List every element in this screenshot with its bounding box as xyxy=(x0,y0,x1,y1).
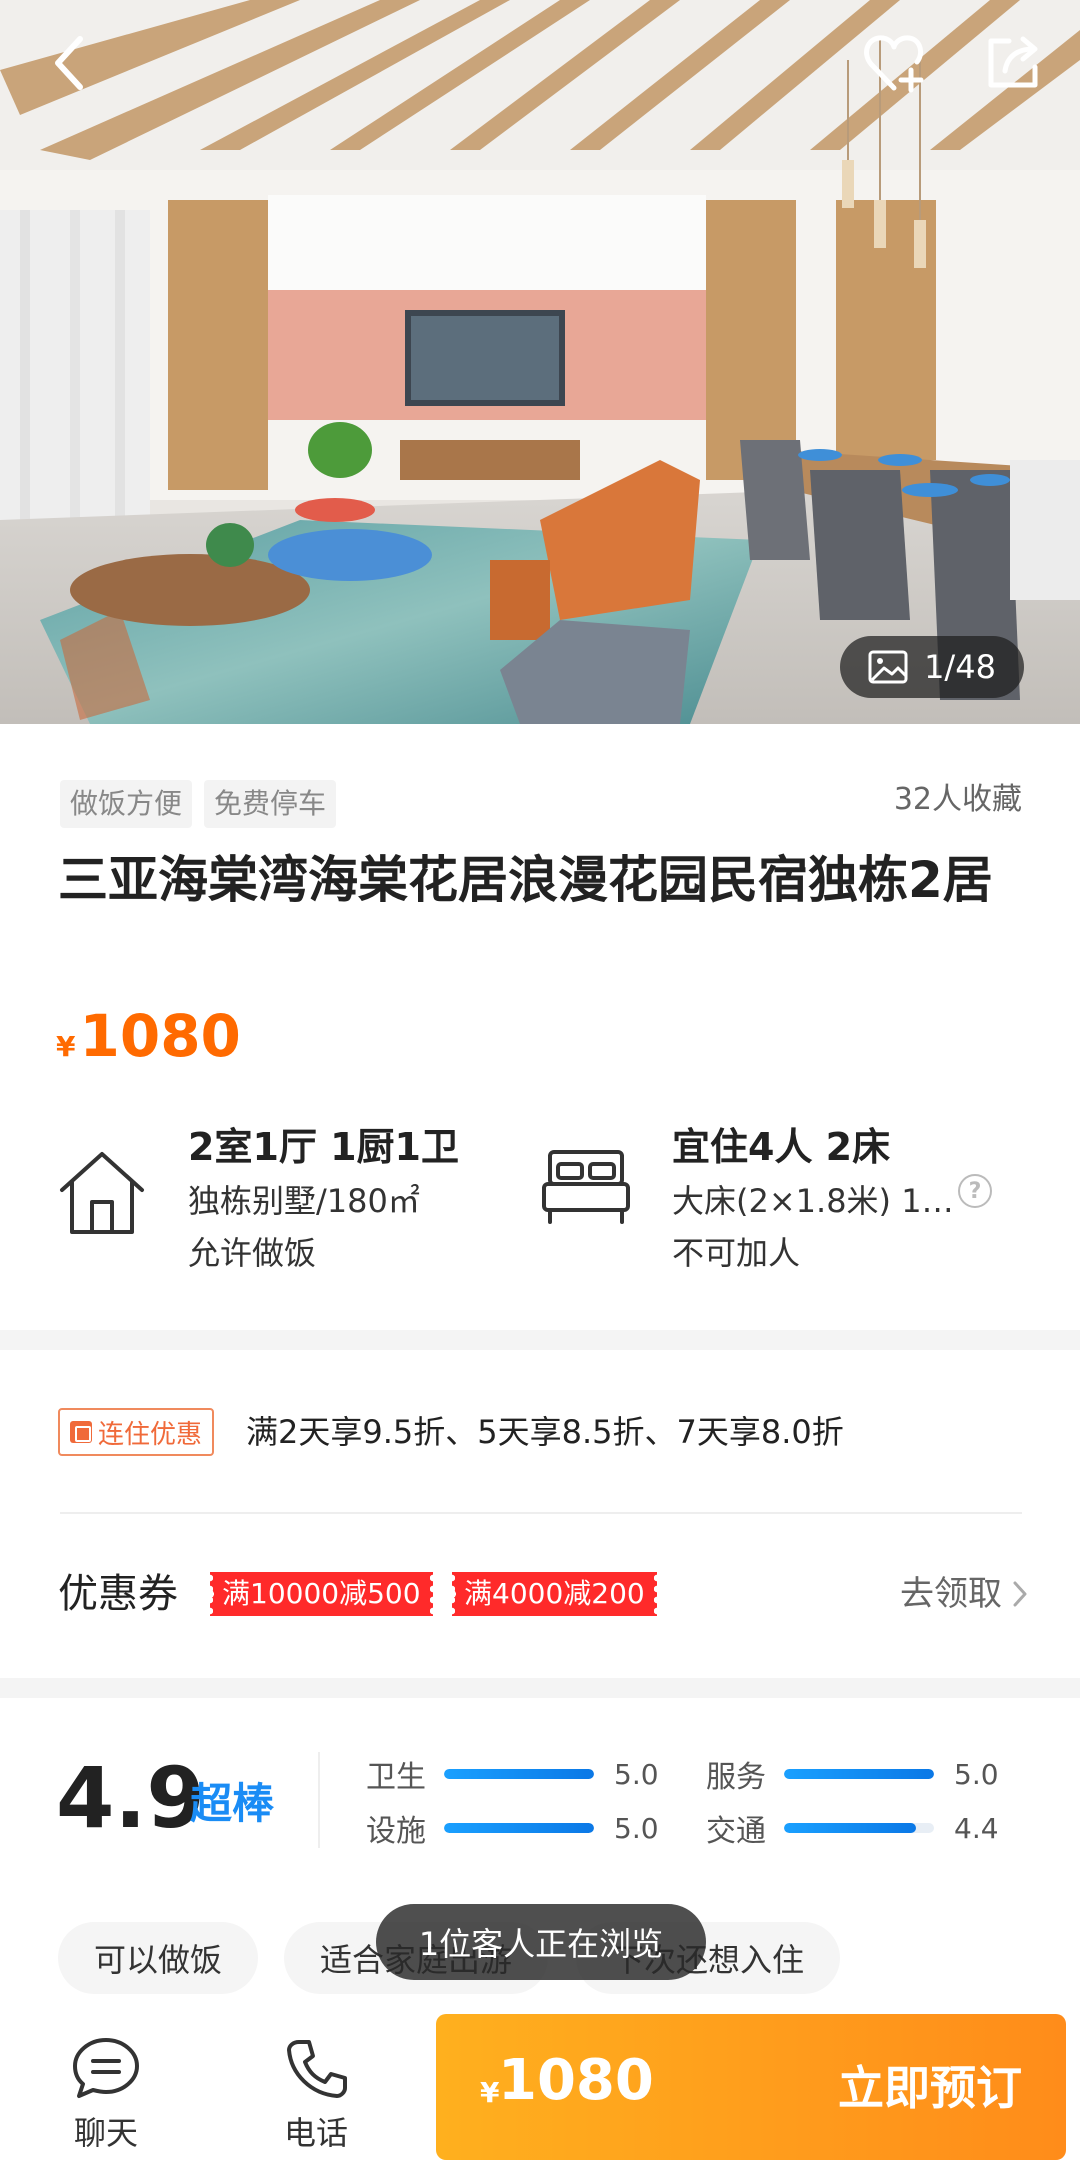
layout-type-area: 独栋别墅/180㎡ xyxy=(188,1182,420,1220)
chat-button[interactable]: 聊天 xyxy=(46,2036,166,2166)
photo-counter-text: 1/48 xyxy=(924,648,996,686)
heart-plus-icon xyxy=(864,35,924,93)
price-currency: ¥ xyxy=(56,1030,76,1063)
help-icon[interactable]: ? xyxy=(958,1174,992,1208)
get-coupons-label: 去领取 xyxy=(900,1574,1002,1614)
favorites-count: 32人收藏 xyxy=(893,782,1022,817)
long-stay-discount-badge: 连住优惠 xyxy=(58,1408,215,1456)
book-now-button[interactable]: ¥ 1080 立即预订 xyxy=(436,2014,1066,2160)
hero-photo[interactable]: 1/48 xyxy=(0,0,1080,724)
bottom-action-bar: 聊天 电话 ¥ 1080 立即预订 xyxy=(0,2006,1080,2171)
coupon-label: 优惠券 xyxy=(58,1571,178,1617)
row-divider xyxy=(60,1512,1022,1514)
rating-value: 4.4 xyxy=(954,1811,999,1845)
rating-value: 5.0 xyxy=(614,1757,659,1791)
listing-title: 三亚海棠湾海棠花居浪漫花园民宿独栋2居 xyxy=(58,851,993,909)
rating-row-transport: 交通 4.4 xyxy=(706,1808,999,1850)
back-button[interactable] xyxy=(40,28,100,98)
rating-bar xyxy=(784,1823,934,1833)
tag-cooking: 做饭方便 xyxy=(60,780,193,828)
rating-bar xyxy=(444,1823,594,1833)
rating-bar-fill xyxy=(444,1769,594,1779)
viewers-toast: 1位客人正在浏览 xyxy=(376,1904,706,1980)
chat-icon xyxy=(73,2038,139,2098)
rating-label: 交通 xyxy=(706,1814,766,1849)
phone-button[interactable]: 电话 xyxy=(256,2036,376,2166)
rating-bar xyxy=(444,1769,594,1779)
image-icon xyxy=(868,650,908,684)
section-divider xyxy=(0,1330,1080,1350)
bed-size: 大床(2×1.8米) 1… xyxy=(672,1182,954,1220)
coupon-2[interactable]: 满4000减200 xyxy=(449,1572,660,1616)
coupon-1[interactable]: 满10000减500 xyxy=(207,1572,436,1616)
room-layout-info: 2室1厅 1厨1卫 独栋别墅/180㎡ 允许做饭 xyxy=(56,1116,476,1272)
rating-value: 5.0 xyxy=(954,1757,999,1791)
living-room-photo xyxy=(0,0,1080,724)
back-arrow-icon xyxy=(55,36,83,90)
chevron-right-icon xyxy=(1013,1581,1027,1607)
layout-title: 2室1厅 1厨1卫 xyxy=(188,1125,459,1169)
rating-bar-fill xyxy=(444,1823,594,1833)
bed-icon xyxy=(542,1150,630,1224)
book-now-label: 立即预订 xyxy=(838,2061,1022,2115)
tag-parking: 免费停车 xyxy=(204,780,337,828)
share-button[interactable] xyxy=(978,28,1048,98)
rating-label: 设施 xyxy=(366,1814,426,1849)
rating-row-hygiene: 卫生 5.0 xyxy=(366,1754,659,1796)
house-icon xyxy=(60,1152,144,1234)
book-price: 1080 xyxy=(498,2048,654,2113)
favorite-button[interactable] xyxy=(860,28,932,98)
bed-info: 宜住4人 2床 大床(2×1.8米) 1… 不可加人 ? xyxy=(540,1116,1020,1272)
book-price-currency: ¥ xyxy=(480,2076,500,2109)
rating-row-facilities: 设施 5.0 xyxy=(366,1808,659,1850)
rating-bar-fill xyxy=(784,1823,916,1833)
listing-price: ¥ 1080 xyxy=(56,1002,241,1070)
rating-separator xyxy=(318,1752,320,1848)
phone-icon xyxy=(287,2040,347,2098)
photo-counter[interactable]: 1/48 xyxy=(840,636,1024,698)
get-coupons-link[interactable]: 去领取 xyxy=(900,1568,1028,1620)
long-stay-discount-text: 满2天享9.5折、5天享8.5折、7天享8.0折 xyxy=(246,1413,844,1451)
bed-title: 宜住4人 2床 xyxy=(672,1125,891,1169)
section-divider xyxy=(0,1678,1080,1698)
rating-bar xyxy=(784,1769,934,1779)
discount-badge-label: 连住优惠 xyxy=(98,1419,203,1450)
extra-guests: 不可加人 xyxy=(672,1234,801,1272)
chat-label: 聊天 xyxy=(73,2114,138,2152)
rating-label: 服务 xyxy=(706,1760,766,1795)
feature-tags: 做饭方便 免费停车 xyxy=(60,780,337,828)
review-chip[interactable]: 可以做饭 xyxy=(58,1922,259,1994)
rating-word: 超棒 xyxy=(190,1779,275,1828)
rating-bar-fill xyxy=(784,1769,934,1779)
rating-value: 5.0 xyxy=(614,1811,659,1845)
rating-label: 卫生 xyxy=(366,1760,426,1795)
rating-row-service: 服务 5.0 xyxy=(706,1754,999,1796)
phone-label: 电话 xyxy=(283,2114,348,2152)
layout-cooking: 允许做饭 xyxy=(188,1234,317,1272)
discount-badge-icon xyxy=(70,1421,92,1443)
share-icon xyxy=(988,36,1038,88)
price-value: 1080 xyxy=(79,1002,241,1070)
rating-score[interactable]: 4.9 xyxy=(56,1748,205,1848)
